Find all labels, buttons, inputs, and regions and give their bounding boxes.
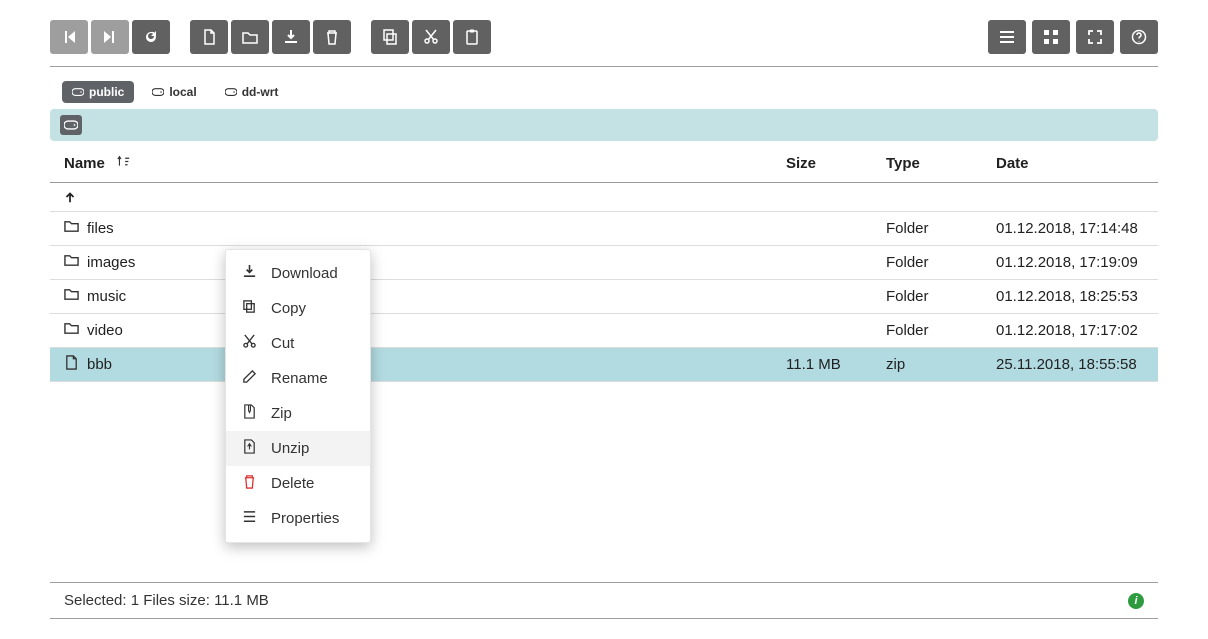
file-date: 25.11.2018, 18:55:58 — [988, 348, 1158, 382]
column-type[interactable]: Type — [878, 145, 988, 183]
breadcrumb-bar — [50, 109, 1158, 141]
menu-properties[interactable]: Properties — [226, 501, 370, 536]
tab-ddwrt[interactable]: dd-wrt — [215, 81, 289, 103]
menu-label: Delete — [271, 475, 314, 492]
sort-asc-icon — [117, 155, 130, 172]
file-date: 01.12.2018, 17:19:09 — [988, 246, 1158, 280]
cut-icon — [242, 334, 257, 353]
status-text: Selected: 1 Files size: 11.1 MB — [64, 592, 269, 609]
delete-button[interactable] — [313, 20, 351, 54]
file-date: 01.12.2018, 17:17:02 — [988, 314, 1158, 348]
file-type: zip — [878, 348, 988, 382]
file-date: 01.12.2018, 17:14:48 — [988, 212, 1158, 246]
breadcrumb-root-button[interactable] — [60, 115, 82, 135]
file-type: Folder — [878, 212, 988, 246]
download-button[interactable] — [272, 20, 310, 54]
cut-button[interactable] — [412, 20, 450, 54]
new-file-button[interactable] — [190, 20, 228, 54]
column-date[interactable]: Date — [988, 145, 1158, 183]
download-icon — [242, 264, 257, 283]
unzip-icon — [242, 439, 257, 458]
file-size — [778, 314, 878, 348]
folder-icon — [64, 253, 79, 272]
file-name: video — [87, 322, 123, 339]
menu-unzip[interactable]: Unzip — [226, 431, 370, 466]
file-name: bbb — [87, 356, 112, 373]
toolbar — [50, 20, 1158, 67]
table-row[interactable]: music Folder01.12.2018, 18:25:53 — [50, 280, 1158, 314]
menu-label: Properties — [271, 510, 339, 527]
view-grid-button[interactable] — [1032, 20, 1070, 54]
menu-cut[interactable]: Cut — [226, 326, 370, 361]
table-row[interactable]: images Folder01.12.2018, 17:19:09 — [50, 246, 1158, 280]
zip-icon — [242, 404, 257, 423]
refresh-button[interactable] — [132, 20, 170, 54]
menu-label: Rename — [271, 370, 328, 387]
info-icon[interactable]: i — [1128, 593, 1144, 609]
file-type: Folder — [878, 246, 988, 280]
properties-icon — [242, 509, 257, 528]
menu-label: Copy — [271, 300, 306, 317]
context-menu: Download Copy Cut Rename Zip Unzip Delete Prope… — [225, 249, 371, 543]
menu-zip[interactable]: Zip — [226, 396, 370, 431]
paste-button[interactable] — [453, 20, 491, 54]
tab-local[interactable]: local — [142, 81, 206, 103]
file-name: music — [87, 288, 126, 305]
table-row[interactable]: video Folder01.12.2018, 17:17:02 — [50, 314, 1158, 348]
file-type: Folder — [878, 280, 988, 314]
menu-label: Cut — [271, 335, 294, 352]
file-size — [778, 212, 878, 246]
first-button[interactable] — [50, 20, 88, 54]
file-size — [778, 246, 878, 280]
column-name[interactable]: Name — [50, 145, 778, 183]
menu-copy[interactable]: Copy — [226, 291, 370, 326]
copy-button[interactable] — [371, 20, 409, 54]
file-date: 01.12.2018, 18:25:53 — [988, 280, 1158, 314]
new-folder-button[interactable] — [231, 20, 269, 54]
help-button[interactable] — [1120, 20, 1158, 54]
last-button[interactable] — [91, 20, 129, 54]
file-type: Folder — [878, 314, 988, 348]
folder-icon — [64, 287, 79, 306]
menu-label: Zip — [271, 405, 292, 422]
folder-icon — [64, 321, 79, 340]
table-row[interactable]: files Folder01.12.2018, 17:14:48 — [50, 212, 1158, 246]
file-name: files — [87, 220, 114, 237]
file-icon — [64, 355, 79, 374]
file-size: 11.1 MB — [778, 348, 878, 382]
tab-public[interactable]: public — [62, 81, 134, 103]
table-row[interactable]: bbb 11.1 MBzip25.11.2018, 18:55:58 — [50, 348, 1158, 382]
drive-tabs: public local dd-wrt — [62, 81, 1158, 103]
column-size[interactable]: Size — [778, 145, 878, 183]
status-bar: Selected: 1 Files size: 11.1 MB i — [50, 582, 1158, 619]
file-table: Name Size Type Date filesFolder01.12.201… — [50, 145, 1158, 382]
row-up[interactable] — [50, 183, 1158, 212]
copy-icon — [242, 299, 257, 318]
menu-label: Unzip — [271, 440, 309, 457]
menu-rename[interactable]: Rename — [226, 361, 370, 396]
file-name: images — [87, 254, 135, 271]
menu-label: Download — [271, 265, 338, 282]
rename-icon — [242, 369, 257, 388]
menu-delete[interactable]: Delete — [226, 466, 370, 501]
delete-icon — [242, 474, 257, 493]
menu-download[interactable]: Download — [226, 256, 370, 291]
folder-icon — [64, 219, 79, 238]
view-list-button[interactable] — [988, 20, 1026, 54]
fullscreen-button[interactable] — [1076, 20, 1114, 54]
file-size — [778, 280, 878, 314]
